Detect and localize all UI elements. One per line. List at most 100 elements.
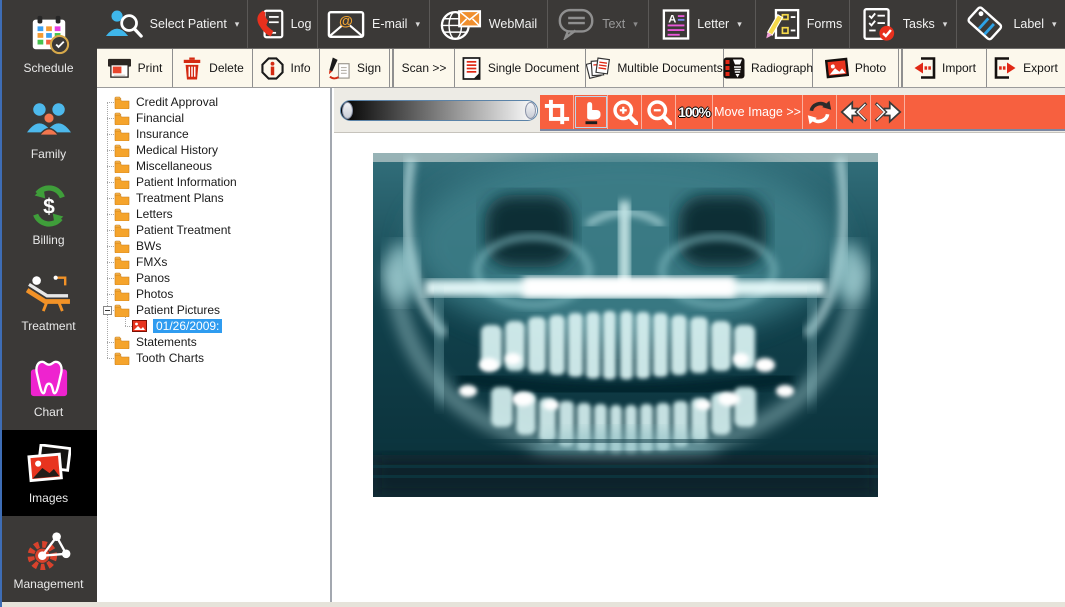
hand-icon <box>578 100 603 125</box>
tasks-button[interactable]: Tasks ▾ <box>850 0 957 48</box>
folder-icon <box>114 96 130 109</box>
sidebar-item-family[interactable]: Family <box>0 86 97 172</box>
tree-item-financial[interactable]: Financial <box>97 110 330 126</box>
export-button[interactable]: Export <box>987 49 1065 87</box>
multiple-documents-button[interactable]: Multible Documents <box>586 49 724 87</box>
svg-text:$: $ <box>43 196 55 219</box>
log-button[interactable]: Log <box>248 0 318 48</box>
button-label: Letter <box>697 17 729 31</box>
app-window: Schedule Family <box>0 0 1065 607</box>
tree-item-patient-picture-01-26-2009[interactable]: 01/26/2009: <box>97 318 330 334</box>
crop-tool-button[interactable] <box>540 95 574 129</box>
tree-item-tooth-charts[interactable]: Tooth Charts <box>97 350 330 366</box>
tree-item-treatment-plans[interactable]: Treatment Plans <box>97 190 330 206</box>
brightness-contrast-slider[interactable] <box>340 100 538 121</box>
sidebar-item-treatment[interactable]: Treatment <box>0 258 97 344</box>
zoom-out-button[interactable] <box>642 95 676 129</box>
trash-icon <box>181 57 203 80</box>
sidebar-item-chart[interactable]: Chart <box>0 344 97 430</box>
tree-item-label: Patient Pictures <box>136 303 220 317</box>
email-button[interactable]: @ E-mail ▾ <box>318 0 430 48</box>
tree-item-label: Financial <box>136 111 184 125</box>
letter-button[interactable]: A Letter ▾ <box>649 0 756 48</box>
forms-button[interactable]: Forms <box>756 0 850 48</box>
sidebar-item-label: Chart <box>34 405 63 419</box>
tree-item-medical-history[interactable]: Medical History <box>97 142 330 158</box>
collapse-expander-icon[interactable] <box>103 306 112 315</box>
tasks-checklist-icon <box>859 7 896 41</box>
sidebar-item-label: Treatment <box>21 319 75 333</box>
tree-item-patient-information[interactable]: Patient Information <box>97 174 330 190</box>
tree-item-panos[interactable]: Panos <box>97 270 330 286</box>
sidebar: Schedule Family <box>0 0 97 602</box>
slider-handle-right[interactable] <box>525 102 536 119</box>
info-button[interactable]: Info <box>253 49 320 87</box>
radiograph-button[interactable]: Radiograph <box>724 49 813 87</box>
folder-icon <box>114 256 130 269</box>
tree-item-label: BWs <box>136 239 161 253</box>
button-label: Delete <box>209 61 244 75</box>
chevron-down-icon: ▾ <box>1052 19 1057 30</box>
zoom-in-button[interactable] <box>608 95 642 129</box>
scan-button[interactable]: Scan >> <box>392 49 455 87</box>
select-patient-button[interactable]: Select Patient ▾ <box>97 0 248 48</box>
sidebar-item-schedule[interactable]: Schedule <box>0 0 97 86</box>
folder-icon <box>114 192 130 205</box>
panoramic-xray-image[interactable] <box>373 153 878 497</box>
tree-item-label: 01/26/2009: <box>153 319 222 333</box>
move-image-button[interactable]: Move Image >> <box>713 95 803 129</box>
tree-item-patient-pictures[interactable]: Patient Pictures <box>97 302 330 318</box>
slider-handle-left[interactable] <box>342 102 353 119</box>
tree-item-letters[interactable]: Letters <box>97 206 330 222</box>
sidebar-item-management[interactable]: Management <box>0 516 97 602</box>
zoom-100-button[interactable]: 100% <box>676 95 713 129</box>
print-button[interactable]: Print <box>97 49 173 87</box>
button-label: Radiograph <box>751 61 813 75</box>
tree-item-insurance[interactable]: Insurance <box>97 126 330 142</box>
button-label: WebMail <box>489 17 537 31</box>
text-button[interactable]: Text ▾ <box>548 0 649 48</box>
sign-button[interactable]: Sign <box>320 49 390 87</box>
button-label: Select Patient <box>150 17 227 31</box>
import-button[interactable]: Import <box>901 49 987 87</box>
single-document-button[interactable]: Single Document <box>455 49 586 87</box>
zoom-in-icon <box>612 99 638 125</box>
sidebar-item-images[interactable]: Images <box>0 430 97 516</box>
window-left-border <box>0 0 2 607</box>
label-button[interactable]: Label ▾ <box>957 0 1065 48</box>
tree-item-label: Medical History <box>136 143 218 157</box>
tree-item-miscellaneous[interactable]: Miscellaneous <box>97 158 330 174</box>
folder-icon <box>114 304 130 317</box>
delete-button[interactable]: Delete <box>173 49 253 87</box>
forms-pencil-icon <box>763 8 800 40</box>
tree-item-statements[interactable]: Statements <box>97 334 330 350</box>
printer-icon <box>107 57 132 80</box>
undo-arrow-button[interactable] <box>837 95 871 129</box>
window-bottom-border <box>0 602 1065 607</box>
tree-item-label: Tooth Charts <box>136 351 204 365</box>
tree-item-label: Panos <box>136 271 170 285</box>
webmail-button[interactable]: WebMail <box>430 0 548 48</box>
redo-arrow-button[interactable] <box>871 95 905 129</box>
button-label: Tasks <box>903 17 935 31</box>
folder-icon <box>114 288 130 301</box>
tree-item-photos[interactable]: Photos <box>97 286 330 302</box>
sidebar-item-label: Management <box>13 577 83 591</box>
sidebar-item-billing[interactable]: $ Billing <box>0 172 97 258</box>
viewer-canvas[interactable] <box>334 133 1065 607</box>
pan-tool-button[interactable] <box>574 95 608 129</box>
rotate-flip-button[interactable] <box>803 95 837 129</box>
email-envelope-icon: @ <box>327 10 365 39</box>
folder-icon <box>114 208 130 221</box>
tree-item-patient-treatment[interactable]: Patient Treatment <box>97 222 330 238</box>
photo-button[interactable]: Photo <box>813 49 899 87</box>
button-label: Scan >> <box>402 61 447 75</box>
tree-item-credit-approval[interactable]: Credit Approval <box>97 94 330 110</box>
button-label: Multible Documents <box>617 61 722 75</box>
tree-item-fmxs[interactable]: FMXs <box>97 254 330 270</box>
schedule-calendar-icon <box>25 11 73 57</box>
svg-text:A: A <box>668 13 676 25</box>
folder-icon <box>114 352 130 365</box>
tree-item-bws[interactable]: BWs <box>97 238 330 254</box>
single-document-icon <box>461 57 482 80</box>
